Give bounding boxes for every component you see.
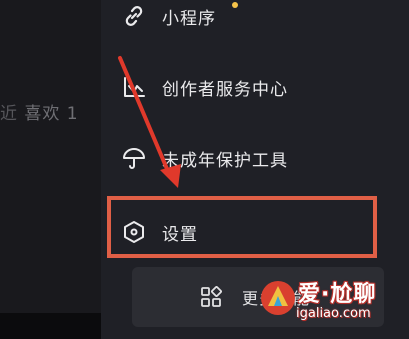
menu-item-mini-program[interactable]: 小程序: [120, 0, 216, 36]
menu-item-label: 小程序: [162, 8, 216, 29]
grid-icon: [200, 286, 222, 308]
more-functions-label: 更多功能: [242, 289, 311, 308]
likes-count: 近 喜欢 1: [0, 104, 79, 124]
umbrella-icon: [120, 144, 148, 172]
menu-item-minor-protection[interactable]: 未成年保护工具: [120, 138, 288, 178]
bottom-strip: [0, 313, 101, 339]
notification-dot: [232, 2, 238, 8]
menu-item-settings[interactable]: 设置: [120, 212, 198, 252]
menu-item-label: 设置: [162, 224, 198, 245]
screen: 近 喜欢 1 小程序 创作者服务中心 未成年保护工具 设置 更多功能 爱·尬聊 …: [0, 0, 409, 339]
hexagon-settings-icon: [120, 218, 148, 246]
chart-icon: [120, 73, 148, 101]
link-icon: [120, 2, 148, 30]
menu-item-creator-center[interactable]: 创作者服务中心: [120, 67, 288, 107]
menu-item-label: 创作者服务中心: [162, 79, 288, 100]
profile-panel: 近 喜欢 1: [0, 0, 101, 339]
more-functions-button[interactable]: 更多功能: [132, 267, 384, 327]
menu-item-label: 未成年保护工具: [162, 150, 288, 171]
